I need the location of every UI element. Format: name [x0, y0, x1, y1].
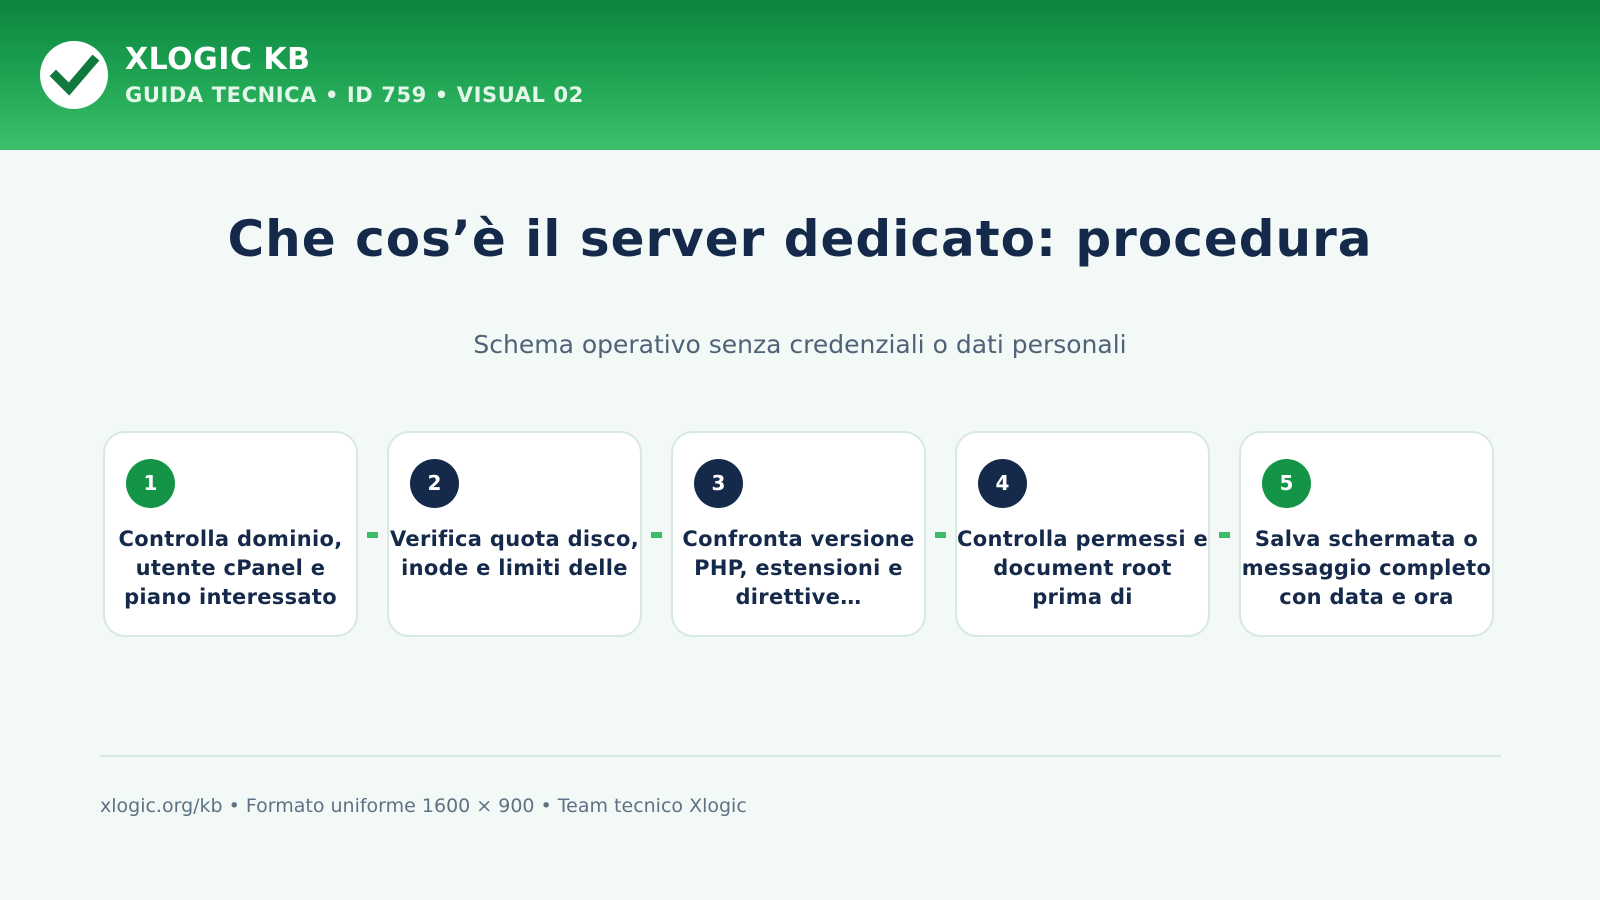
step-number-2: 2 — [410, 459, 459, 508]
step-number-3: 3 — [694, 459, 743, 508]
logo — [40, 41, 108, 109]
header-banner: XLOGIC KB GUIDA TECNICA • ID 759 • VISUA… — [0, 0, 1600, 150]
step-text-4: Controlla permessi e document root prima… — [957, 527, 1208, 609]
step-number-1: 1 — [126, 459, 175, 508]
step-text-5: Salva schermata o messaggio completo con… — [1241, 527, 1492, 609]
step-card-2: 2 Verifica quota disco, inode e limiti d… — [387, 431, 642, 637]
step-connector — [1219, 532, 1230, 538]
step-text-2: Verifica quota disco, inode e limiti del… — [390, 527, 639, 580]
step-card-3: 3 Confronta versione PHP, estensioni e d… — [671, 431, 926, 637]
step-card-1: 1 Controlla dominio, utente cPanel e pia… — [103, 431, 358, 637]
brand-subtitle: GUIDA TECNICA • ID 759 • VISUAL 02 — [125, 83, 584, 107]
step-connector — [367, 532, 378, 538]
step-number-5: 5 — [1262, 459, 1311, 508]
footer-divider — [100, 755, 1501, 757]
process-steps: 1 Controlla dominio, utente cPanel e pia… — [103, 431, 1499, 641]
page-subtitle: Schema operativo senza credenziali o dat… — [473, 330, 1127, 359]
step-connector — [651, 532, 662, 538]
step-text-3: Confronta versione PHP, estensioni e dir… — [682, 527, 915, 609]
step-number-4: 4 — [978, 459, 1027, 508]
step-connector — [935, 532, 946, 538]
brand-name: XLOGIC KB — [125, 42, 311, 77]
step-text-1: Controlla dominio, utente cPanel e piano… — [118, 527, 343, 609]
footer-text: xlogic.org/kb • Formato uniforme 1600 × … — [100, 795, 747, 817]
page-title: Che cos’è il server dedicato: procedura — [227, 210, 1373, 268]
step-card-5: 5 Salva schermata o messaggio completo c… — [1239, 431, 1494, 637]
checkmark-icon — [49, 54, 100, 96]
step-card-4: 4 Controlla permessi e document root pri… — [955, 431, 1210, 637]
